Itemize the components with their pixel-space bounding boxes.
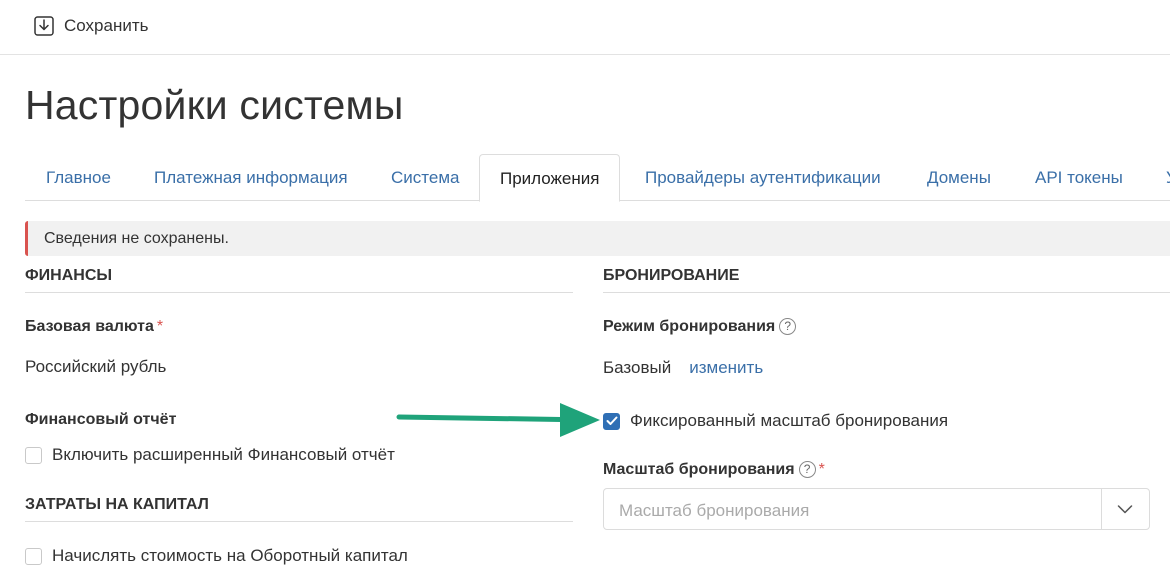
change-mode-link[interactable]: изменить — [689, 358, 763, 377]
finance-divider — [25, 292, 573, 293]
fixed-scale-checkbox-label: Фиксированный масштаб бронирования — [630, 411, 949, 430]
base-currency-label-text: Базовая валюта — [25, 318, 154, 335]
annotation-arrow-icon — [396, 403, 600, 437]
booking-scale-select[interactable]: Масштаб бронирования — [603, 488, 1150, 530]
working-capital-checkbox[interactable] — [25, 547, 42, 565]
capital-section-title: Затраты на капитал — [25, 496, 209, 513]
fixed-scale-checkbox-row[interactable]: Фиксированный масштаб бронирования — [603, 411, 948, 431]
page-title: Настройки системы — [25, 82, 404, 128]
tab-bar: Главное Платежная информация Система При… — [25, 154, 1170, 202]
booking-mode-label-text: Режим бронирования — [603, 318, 776, 335]
tab-auth-providers[interactable]: Провайдеры аутентификации — [645, 154, 881, 201]
unsaved-alert: Сведения не сохранены. — [25, 221, 1170, 256]
working-capital-checkbox-label: Начислять стоимость на Оборотный капитал — [52, 546, 408, 565]
select-separator — [1101, 489, 1102, 529]
booking-divider — [603, 292, 1170, 293]
extended-report-checkbox-row[interactable]: Включить расширенный Финансовый отчёт — [25, 445, 395, 465]
tab-domains[interactable]: Домены — [927, 154, 991, 201]
save-download-icon — [34, 16, 54, 36]
help-icon[interactable]: ? — [779, 318, 797, 335]
tab-api-tokens[interactable]: API токены — [1035, 154, 1123, 201]
required-mark: * — [156, 318, 164, 335]
checkmark-icon — [606, 416, 617, 425]
chevron-down-icon[interactable] — [1117, 502, 1133, 516]
required-mark: * — [818, 461, 825, 478]
toolbar: Сохранить — [0, 0, 1170, 55]
working-capital-checkbox-row[interactable]: Начислять стоимость на Оборотный капитал — [25, 546, 408, 566]
extended-report-checkbox[interactable] — [25, 446, 42, 464]
finance-section-title: Финансы — [25, 267, 113, 284]
help-icon[interactable]: ? — [798, 461, 816, 478]
save-button[interactable]: Сохранить — [34, 16, 148, 36]
extended-report-checkbox-label: Включить расширенный Финансовый отчёт — [52, 445, 395, 464]
booking-mode-value: Базовый — [603, 358, 672, 377]
tab-main[interactable]: Главное — [46, 154, 111, 201]
booking-scale-placeholder: Масштаб бронирования — [619, 501, 810, 520]
booking-scale-label-text: Масштаб бронирования — [603, 461, 795, 478]
booking-mode-label: Режим бронирования? — [603, 318, 797, 336]
finance-report-label: Финансовый отчёт — [25, 411, 177, 428]
booking-mode-value-row: Базовый изменить — [603, 358, 763, 378]
capital-divider — [25, 521, 573, 522]
base-currency-value: Российский рубль — [25, 357, 167, 376]
save-button-label: Сохранить — [64, 16, 149, 35]
tab-system[interactable]: Система — [391, 154, 459, 201]
tab-payment-info[interactable]: Платежная информация — [154, 154, 348, 201]
tab-applications[interactable]: Приложения — [479, 154, 621, 202]
tab-overflow[interactable]: У — [1166, 154, 1170, 201]
booking-section-title: Бронирование — [603, 267, 740, 284]
fixed-scale-checkbox[interactable] — [603, 412, 620, 430]
booking-scale-label: Масштаб бронирования? * — [603, 461, 825, 479]
base-currency-label: Базовая валюта * — [25, 318, 163, 336]
alert-text: Сведения не сохранены. — [44, 230, 229, 247]
